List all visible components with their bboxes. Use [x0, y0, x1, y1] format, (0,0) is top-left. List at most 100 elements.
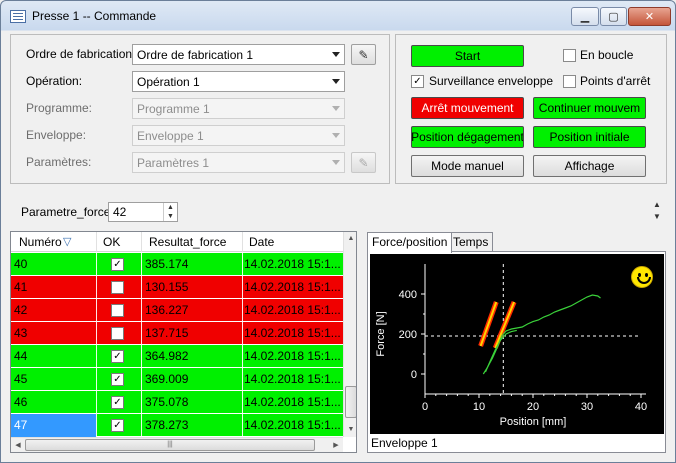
- grid-horizontal-scrollbar[interactable]: ◀ ||| ▶: [11, 437, 343, 452]
- table-row[interactable]: 41 130.155 14.02.2018 15:1...: [11, 276, 343, 299]
- scroll-thumb[interactable]: |||: [25, 439, 315, 451]
- cell-date[interactable]: 14.02.2018 15:1...: [244, 372, 340, 386]
- cell-numero[interactable]: 41: [14, 280, 94, 294]
- parametre-force-spinner[interactable]: 42 ▲ ▼: [108, 202, 178, 222]
- table-row[interactable]: 43 137.715 14.02.2018 15:1...: [11, 322, 343, 345]
- cell-date[interactable]: 14.02.2018 15:1...: [244, 395, 340, 409]
- cell-resultat-force[interactable]: 378.273: [145, 418, 241, 432]
- header-divider: [96, 232, 97, 252]
- table-row[interactable]: 40 ✓ 385.174 14.02.2018 15:1...: [11, 253, 343, 276]
- cell-resultat-force[interactable]: 130.155: [145, 280, 241, 294]
- cell-numero[interactable]: 44: [14, 349, 94, 363]
- maximize-icon: ▢: [608, 11, 619, 23]
- operation-combobox[interactable]: Opération 1: [132, 71, 345, 92]
- cell-numero[interactable]: 45: [14, 372, 94, 386]
- y-tick-label: 0: [411, 369, 417, 381]
- cell-numero[interactable]: 42: [14, 303, 94, 317]
- envelope-segment-core: [494, 301, 516, 349]
- chevron-down-icon: [332, 52, 340, 57]
- header-resultat-force[interactable]: Resultat_force: [149, 235, 226, 249]
- parametres-value: Paramètres 1: [137, 156, 210, 170]
- points-arret-label: Points d'arrêt: [580, 74, 651, 88]
- ordre-combobox[interactable]: Ordre de fabrication 1: [132, 44, 345, 65]
- cell-resultat-force[interactable]: 137.715: [145, 326, 241, 340]
- ok-checkbox[interactable]: ✓: [111, 258, 124, 271]
- parametre-force-value: 42: [113, 205, 127, 219]
- mode-manuel-button[interactable]: Mode manuel: [411, 155, 524, 177]
- header-ok[interactable]: OK: [103, 235, 120, 249]
- arret-mouvement-button[interactable]: Arrêt mouvement: [411, 97, 524, 119]
- close-button[interactable]: ✕: [628, 7, 671, 26]
- grid-vertical-scrollbar[interactable]: ▲ ▼: [343, 232, 356, 437]
- cell-date[interactable]: 14.02.2018 15:1...: [244, 418, 340, 432]
- operation-value: Opération 1: [137, 75, 200, 89]
- x-tick-label: 30: [581, 401, 593, 413]
- scroll-up-icon[interactable]: ▲: [344, 232, 356, 246]
- edit-ordre-button[interactable]: ✎: [351, 44, 376, 65]
- cell-date[interactable]: 14.02.2018 15:1...: [244, 257, 340, 271]
- header-date[interactable]: Date: [249, 235, 274, 249]
- spin-down-icon[interactable]: ▼: [164, 212, 177, 221]
- maximize-button[interactable]: ▢: [600, 7, 627, 26]
- spinner-buttons[interactable]: ▲ ▼: [163, 203, 177, 221]
- x-axis-label: Position [mm]: [500, 416, 567, 428]
- column-divider: [141, 252, 142, 442]
- cell-numero[interactable]: 40: [14, 257, 94, 271]
- y-tick-label: 400: [399, 289, 417, 301]
- ok-checkbox[interactable]: ✓: [111, 396, 124, 409]
- start-button[interactable]: Start: [411, 45, 524, 67]
- ok-checkbox[interactable]: [111, 281, 124, 294]
- scroll-thumb[interactable]: [345, 386, 356, 418]
- tab-temps[interactable]: Temps: [448, 232, 494, 252]
- cell-date[interactable]: 14.02.2018 15:1...: [244, 303, 340, 317]
- table-row[interactable]: 45 ✓ 369.009 14.02.2018 15:1...: [11, 368, 343, 391]
- position-initiale-button[interactable]: Position initiale: [533, 126, 646, 148]
- cell-numero[interactable]: 46: [14, 395, 94, 409]
- scroll-right-icon[interactable]: ▶: [329, 438, 343, 452]
- ordre-label: Ordre de fabrication:: [26, 47, 136, 61]
- filter-icon[interactable]: ▽: [63, 235, 71, 248]
- x-tick-label: 40: [635, 401, 647, 413]
- cell-date[interactable]: 14.02.2018 15:1...: [244, 349, 340, 363]
- pencil-icon: ✎: [358, 155, 369, 170]
- enveloppe-label: Enveloppe:: [26, 128, 87, 142]
- cell-resultat-force[interactable]: 364.982: [145, 349, 241, 363]
- cell-numero[interactable]: 47: [14, 418, 94, 432]
- surveillance-checkbox[interactable]: ✓: [411, 75, 424, 88]
- title-bar[interactable]: Presse 1 -- Commande ▁ ▢ ✕: [1, 1, 675, 31]
- ok-checkbox[interactable]: [111, 327, 124, 340]
- table-row[interactable]: 47 ✓ 378.273 14.02.2018 15:1...: [11, 414, 343, 437]
- cell-date[interactable]: 14.02.2018 15:1...: [244, 326, 340, 340]
- cell-resultat-force[interactable]: 136.227: [145, 303, 241, 317]
- tab-force-position[interactable]: Force/position: [367, 232, 453, 253]
- panel-scroll-arrows[interactable]: ▲ ▼: [653, 199, 661, 223]
- cell-numero[interactable]: 43: [14, 326, 94, 340]
- spin-up-icon[interactable]: ▲: [164, 203, 177, 212]
- points-arret-checkbox[interactable]: [563, 75, 576, 88]
- selection-group: Ordre de fabrication: Ordre de fabricati…: [10, 34, 390, 184]
- table-row[interactable]: 44 ✓ 364.982 14.02.2018 15:1...: [11, 345, 343, 368]
- chevron-down-icon: [332, 79, 340, 84]
- en-boucle-checkbox[interactable]: [563, 49, 576, 62]
- cell-date[interactable]: 14.02.2018 15:1...: [244, 280, 340, 294]
- ok-checkbox[interactable]: ✓: [111, 350, 124, 363]
- affichage-button[interactable]: Affichage: [533, 155, 646, 177]
- close-icon: ✕: [644, 11, 655, 23]
- ordre-value: Ordre de fabrication 1: [137, 48, 254, 62]
- scroll-left-icon[interactable]: ◀: [11, 438, 25, 452]
- continuer-mouvement-button[interactable]: Continuer mouvem: [533, 97, 646, 119]
- table-row[interactable]: 46 ✓ 375.078 14.02.2018 15:1...: [11, 391, 343, 414]
- parametres-label: Paramètres:: [26, 155, 92, 169]
- position-degagement-button[interactable]: Position dégagement: [411, 126, 524, 148]
- cell-resultat-force[interactable]: 385.174: [145, 257, 241, 271]
- control-group: Start En boucle ✓ Surveillance enveloppe…: [395, 34, 667, 184]
- cell-resultat-force[interactable]: 375.078: [145, 395, 241, 409]
- ok-checkbox[interactable]: ✓: [111, 419, 124, 432]
- ok-checkbox[interactable]: [111, 304, 124, 317]
- header-numero[interactable]: Numéro: [19, 235, 62, 249]
- minimize-button[interactable]: ▁: [571, 7, 599, 26]
- scroll-down-icon[interactable]: ▼: [344, 423, 356, 437]
- cell-resultat-force[interactable]: 369.009: [145, 372, 241, 386]
- table-row[interactable]: 42 136.227 14.02.2018 15:1...: [11, 299, 343, 322]
- ok-checkbox[interactable]: ✓: [111, 373, 124, 386]
